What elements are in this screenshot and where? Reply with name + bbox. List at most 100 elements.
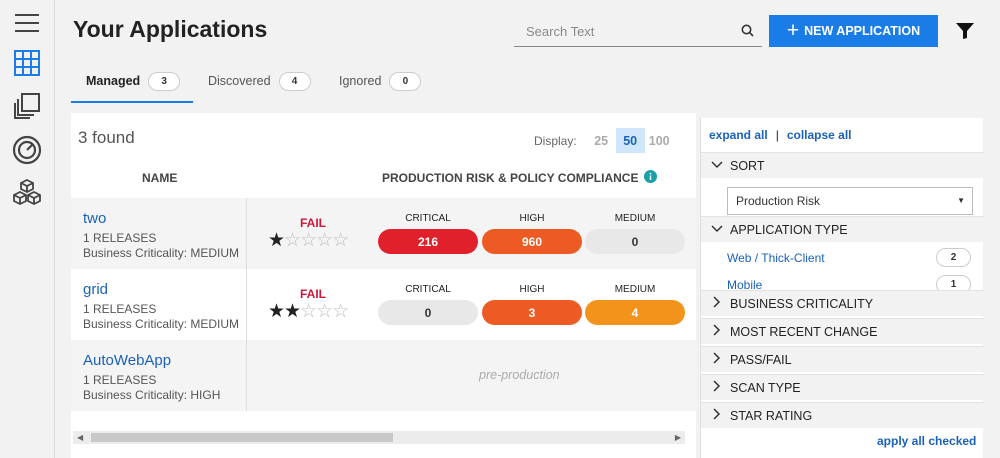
filter-section-label: SCAN TYPE bbox=[730, 380, 801, 395]
horizontal-scrollbar[interactable]: ◀ ▶ bbox=[73, 431, 685, 444]
search-box bbox=[514, 17, 762, 47]
plus-icon: + bbox=[786, 18, 800, 42]
search-input[interactable] bbox=[514, 17, 729, 45]
star-rating: ★☆☆☆☆ bbox=[268, 230, 349, 251]
tab-count: 4 bbox=[278, 72, 311, 91]
filter-section-star-rating[interactable]: STAR RATING bbox=[701, 402, 984, 428]
filter-section-label: SORT bbox=[730, 158, 765, 173]
chevron-right-icon bbox=[710, 324, 724, 339]
search-icon[interactable] bbox=[741, 24, 754, 42]
status-badge: FAIL bbox=[300, 216, 326, 230]
scroll-left-icon[interactable]: ◀ bbox=[77, 431, 83, 444]
severity-label-critical: CRITICAL bbox=[405, 213, 451, 224]
severity-label-high: HIGH bbox=[519, 284, 545, 295]
app-criticality: Business Criticality: MEDIUM bbox=[83, 246, 240, 260]
apply-all-checked-link[interactable]: apply all checked bbox=[877, 434, 976, 448]
left-nav-rail bbox=[0, 0, 55, 458]
expand-collapse-links: expand all | collapse all bbox=[709, 128, 852, 142]
filter-section-sort[interactable]: SORT bbox=[701, 152, 984, 178]
filter-section-label: STAR RATING bbox=[730, 408, 813, 423]
app-name-link[interactable]: grid bbox=[83, 281, 239, 298]
chevron-right-icon bbox=[710, 352, 724, 367]
info-icon[interactable] bbox=[644, 170, 658, 186]
app-type-option[interactable]: Mobile bbox=[727, 278, 762, 290]
filter-section-most-recent-change[interactable]: MOST RECENT CHANGE bbox=[701, 318, 984, 344]
filter-section-application-type[interactable]: APPLICATION TYPE bbox=[701, 216, 984, 242]
filter-section-label: BUSINESS CRITICALITY bbox=[730, 296, 874, 311]
page-title: Your Applications bbox=[73, 16, 268, 42]
tab-label: Ignored bbox=[339, 74, 382, 88]
app-type-clip: Mobile 1 bbox=[701, 270, 984, 290]
display-label: Display: bbox=[534, 133, 577, 148]
chevron-down-icon bbox=[710, 224, 724, 236]
tab-discovered[interactable]: Discovered 4 bbox=[208, 70, 311, 103]
tab-managed[interactable]: Managed 3 bbox=[71, 70, 193, 103]
filter-section-scan-type[interactable]: SCAN TYPE bbox=[701, 374, 984, 400]
divider bbox=[246, 340, 247, 411]
display-option-50[interactable]: 50 bbox=[615, 128, 645, 153]
divider bbox=[246, 269, 247, 340]
applications-panel: 3 found Display: 25 50 100 NAME PRODUCTI… bbox=[71, 113, 696, 458]
chevron-right-icon bbox=[710, 380, 724, 395]
new-application-label: NEW APPLICATION bbox=[804, 24, 921, 38]
app-criticality: Business Criticality: HIGH bbox=[83, 388, 221, 402]
cubes-icon[interactable] bbox=[10, 176, 44, 210]
tab-count: 0 bbox=[389, 72, 422, 91]
high-count-pill[interactable]: 3 bbox=[482, 300, 582, 325]
column-header-risk: PRODUCTION RISK & POLICY COMPLIANCE bbox=[382, 170, 658, 186]
tab-count: 3 bbox=[148, 72, 181, 91]
scroll-right-icon[interactable]: ▶ bbox=[675, 431, 681, 444]
filter-section-label: PASS/FAIL bbox=[730, 352, 792, 367]
app-type-count: 2 bbox=[936, 248, 971, 267]
display-option-100[interactable]: 100 bbox=[645, 128, 674, 153]
tab-label: Managed bbox=[86, 74, 141, 88]
app-name-link[interactable]: AutoWebApp bbox=[83, 352, 220, 369]
separator: | bbox=[775, 128, 779, 142]
results-count: 3 found bbox=[78, 128, 135, 147]
filter-section-business-criticality[interactable]: BUSINESS CRITICALITY bbox=[701, 290, 984, 316]
table-row: two 1 RELEASES Business Criticality: MED… bbox=[71, 198, 696, 269]
chevron-down-icon bbox=[710, 160, 724, 172]
column-header-name: NAME bbox=[142, 171, 178, 185]
critical-count-pill[interactable]: 0 bbox=[378, 300, 478, 325]
sort-select[interactable]: Production Risk ▼ bbox=[727, 187, 973, 215]
high-count-pill[interactable]: 960 bbox=[482, 229, 582, 254]
sort-select-value: Production Risk bbox=[736, 194, 821, 208]
grid-icon[interactable] bbox=[10, 46, 44, 80]
app-releases: 1 RELEASES bbox=[83, 373, 157, 387]
medium-count-pill[interactable]: 4 bbox=[585, 300, 685, 325]
filter-section-pass-fail[interactable]: PASS/FAIL bbox=[701, 346, 984, 372]
app-releases: 1 RELEASES bbox=[83, 231, 157, 245]
divider bbox=[246, 198, 247, 269]
app-type-option[interactable]: Web / Thick-Client bbox=[727, 251, 825, 265]
filter-section-label: MOST RECENT CHANGE bbox=[730, 324, 878, 339]
copy-icon[interactable] bbox=[10, 89, 44, 123]
dashboard-icon[interactable] bbox=[10, 133, 44, 167]
severity-label-high: HIGH bbox=[519, 213, 545, 224]
pre-production-label: pre-production bbox=[479, 368, 560, 382]
filter-icon[interactable] bbox=[955, 22, 975, 45]
tab-label: Discovered bbox=[208, 74, 271, 88]
caret-down-icon: ▼ bbox=[957, 196, 965, 205]
app-name-cell: two 1 RELEASES Business Criticality: MED… bbox=[83, 210, 239, 261]
chevron-right-icon bbox=[710, 408, 724, 423]
scrollbar-thumb[interactable] bbox=[91, 433, 393, 442]
app-releases: 1 RELEASES bbox=[83, 302, 157, 316]
severity-label-medium: MEDIUM bbox=[614, 213, 656, 224]
display-option-25[interactable]: 25 bbox=[587, 128, 616, 153]
status-badge: FAIL bbox=[300, 287, 326, 301]
column-header-risk-label: PRODUCTION RISK & POLICY COMPLIANCE bbox=[382, 171, 639, 185]
app-name-link[interactable]: two bbox=[83, 210, 239, 227]
tab-ignored[interactable]: Ignored 0 bbox=[339, 70, 422, 103]
medium-count-pill[interactable]: 0 bbox=[585, 229, 685, 254]
critical-count-pill[interactable]: 216 bbox=[378, 229, 478, 254]
filter-panel: expand all | collapse all SORT Productio… bbox=[700, 118, 984, 458]
new-application-button[interactable]: + NEW APPLICATION bbox=[769, 15, 938, 47]
app-name-cell: AutoWebApp 1 RELEASES Business Criticali… bbox=[83, 352, 220, 403]
severity-label-medium: MEDIUM bbox=[614, 284, 656, 295]
severity-label-critical: CRITICAL bbox=[405, 284, 451, 295]
expand-all-link[interactable]: expand all bbox=[709, 128, 768, 142]
menu-icon[interactable] bbox=[10, 6, 44, 40]
app-type-count: 1 bbox=[936, 275, 971, 290]
collapse-all-link[interactable]: collapse all bbox=[787, 128, 852, 142]
